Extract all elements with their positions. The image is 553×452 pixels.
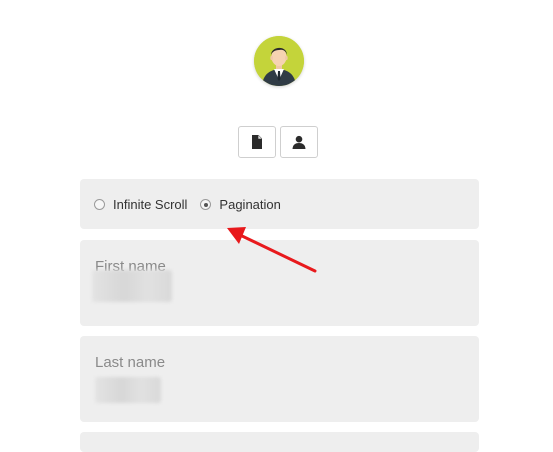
pagination-option[interactable]: Pagination: [200, 197, 281, 212]
pagination-radio[interactable]: [200, 199, 212, 210]
infinite-scroll-label: Infinite Scroll: [113, 197, 188, 212]
first-name-field[interactable]: First name: [80, 240, 479, 326]
user-view-button[interactable]: [280, 126, 318, 158]
pagination-label: Pagination: [219, 197, 281, 212]
first-name-value-redacted: [92, 270, 172, 302]
infinite-scroll-option[interactable]: Infinite Scroll: [94, 197, 187, 212]
next-field-panel[interactable]: [80, 432, 479, 452]
scroll-mode-panel: Infinite Scroll Pagination: [80, 179, 479, 229]
last-name-value-redacted: [95, 377, 161, 403]
user-icon: [292, 135, 306, 149]
last-name-field[interactable]: Last name: [80, 336, 479, 422]
document-view-button[interactable]: [238, 126, 276, 158]
scroll-mode-radio-group: Infinite Scroll Pagination: [94, 197, 294, 212]
profile-avatar: [254, 36, 304, 86]
infinite-scroll-radio[interactable]: [94, 199, 105, 210]
document-icon: [252, 135, 262, 149]
view-toggle-group: [238, 126, 318, 158]
last-name-label: Last name: [95, 354, 166, 371]
user-avatar-icon: [254, 36, 304, 86]
